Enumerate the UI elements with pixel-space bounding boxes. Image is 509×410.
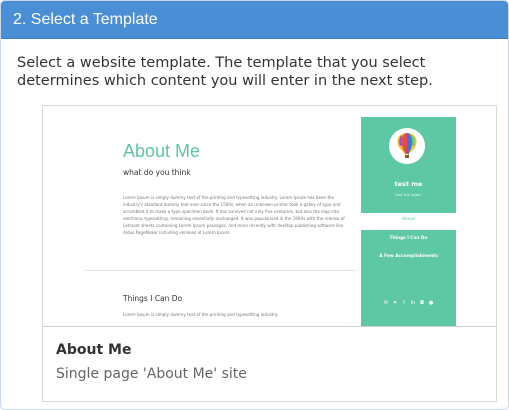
sidebar-link-accomplishments: A Few Accomplishments xyxy=(379,254,438,259)
sidebar-link-things: Things I Can Do xyxy=(389,236,428,241)
sidebar-links-block: Things I Can Do A Few Accomplishments ✉ … xyxy=(361,230,456,326)
sidebar-about-link: About xyxy=(401,217,416,222)
template-description: Single page 'About Me' site xyxy=(56,366,247,382)
select-template-panel: 2. Select a Template Select a website te… xyxy=(0,0,509,410)
github-icon: ● xyxy=(428,300,434,306)
facebook-icon: f xyxy=(403,300,405,306)
hot-air-balloon-icon xyxy=(389,128,425,164)
instagram-icon: ◘ xyxy=(420,300,424,306)
sidebar-profile-block: test me test me again xyxy=(361,117,456,213)
email-icon: ✉ xyxy=(383,300,389,306)
template-name: About Me xyxy=(56,342,132,358)
twitter-icon: ✦ xyxy=(392,300,398,306)
template-preview[interactable]: About Me what do you think Lorem Ipsum i… xyxy=(43,106,496,327)
preview-body-text: Lorem Ipsum is simply dummy text of the … xyxy=(123,195,345,236)
preview-divider xyxy=(85,270,357,271)
preview-subtitle: what do you think xyxy=(123,168,191,177)
template-card-footer[interactable]: About Me Single page 'About Me' site xyxy=(43,327,496,401)
preview-section-body: Lorem Ipsum is simply dummy text of the … xyxy=(123,312,279,317)
template-card-about-me[interactable]: About Me what do you think Lorem Ipsum i… xyxy=(42,105,497,402)
panel-header: 2. Select a Template xyxy=(1,1,508,39)
preview-title: About Me xyxy=(123,141,201,161)
preview-section-title: Things I Can Do xyxy=(123,294,183,303)
sidebar-tagline: test me again xyxy=(395,192,422,197)
preview-sidebar: test me test me again About Things I Can… xyxy=(361,117,456,326)
sidebar-social-icons: ✉ ✦ f in ◘ ● xyxy=(361,301,456,306)
linkedin-icon: in xyxy=(410,300,416,306)
intro-text: Select a website template. The template … xyxy=(17,55,433,89)
sidebar-name: test me xyxy=(394,180,423,188)
